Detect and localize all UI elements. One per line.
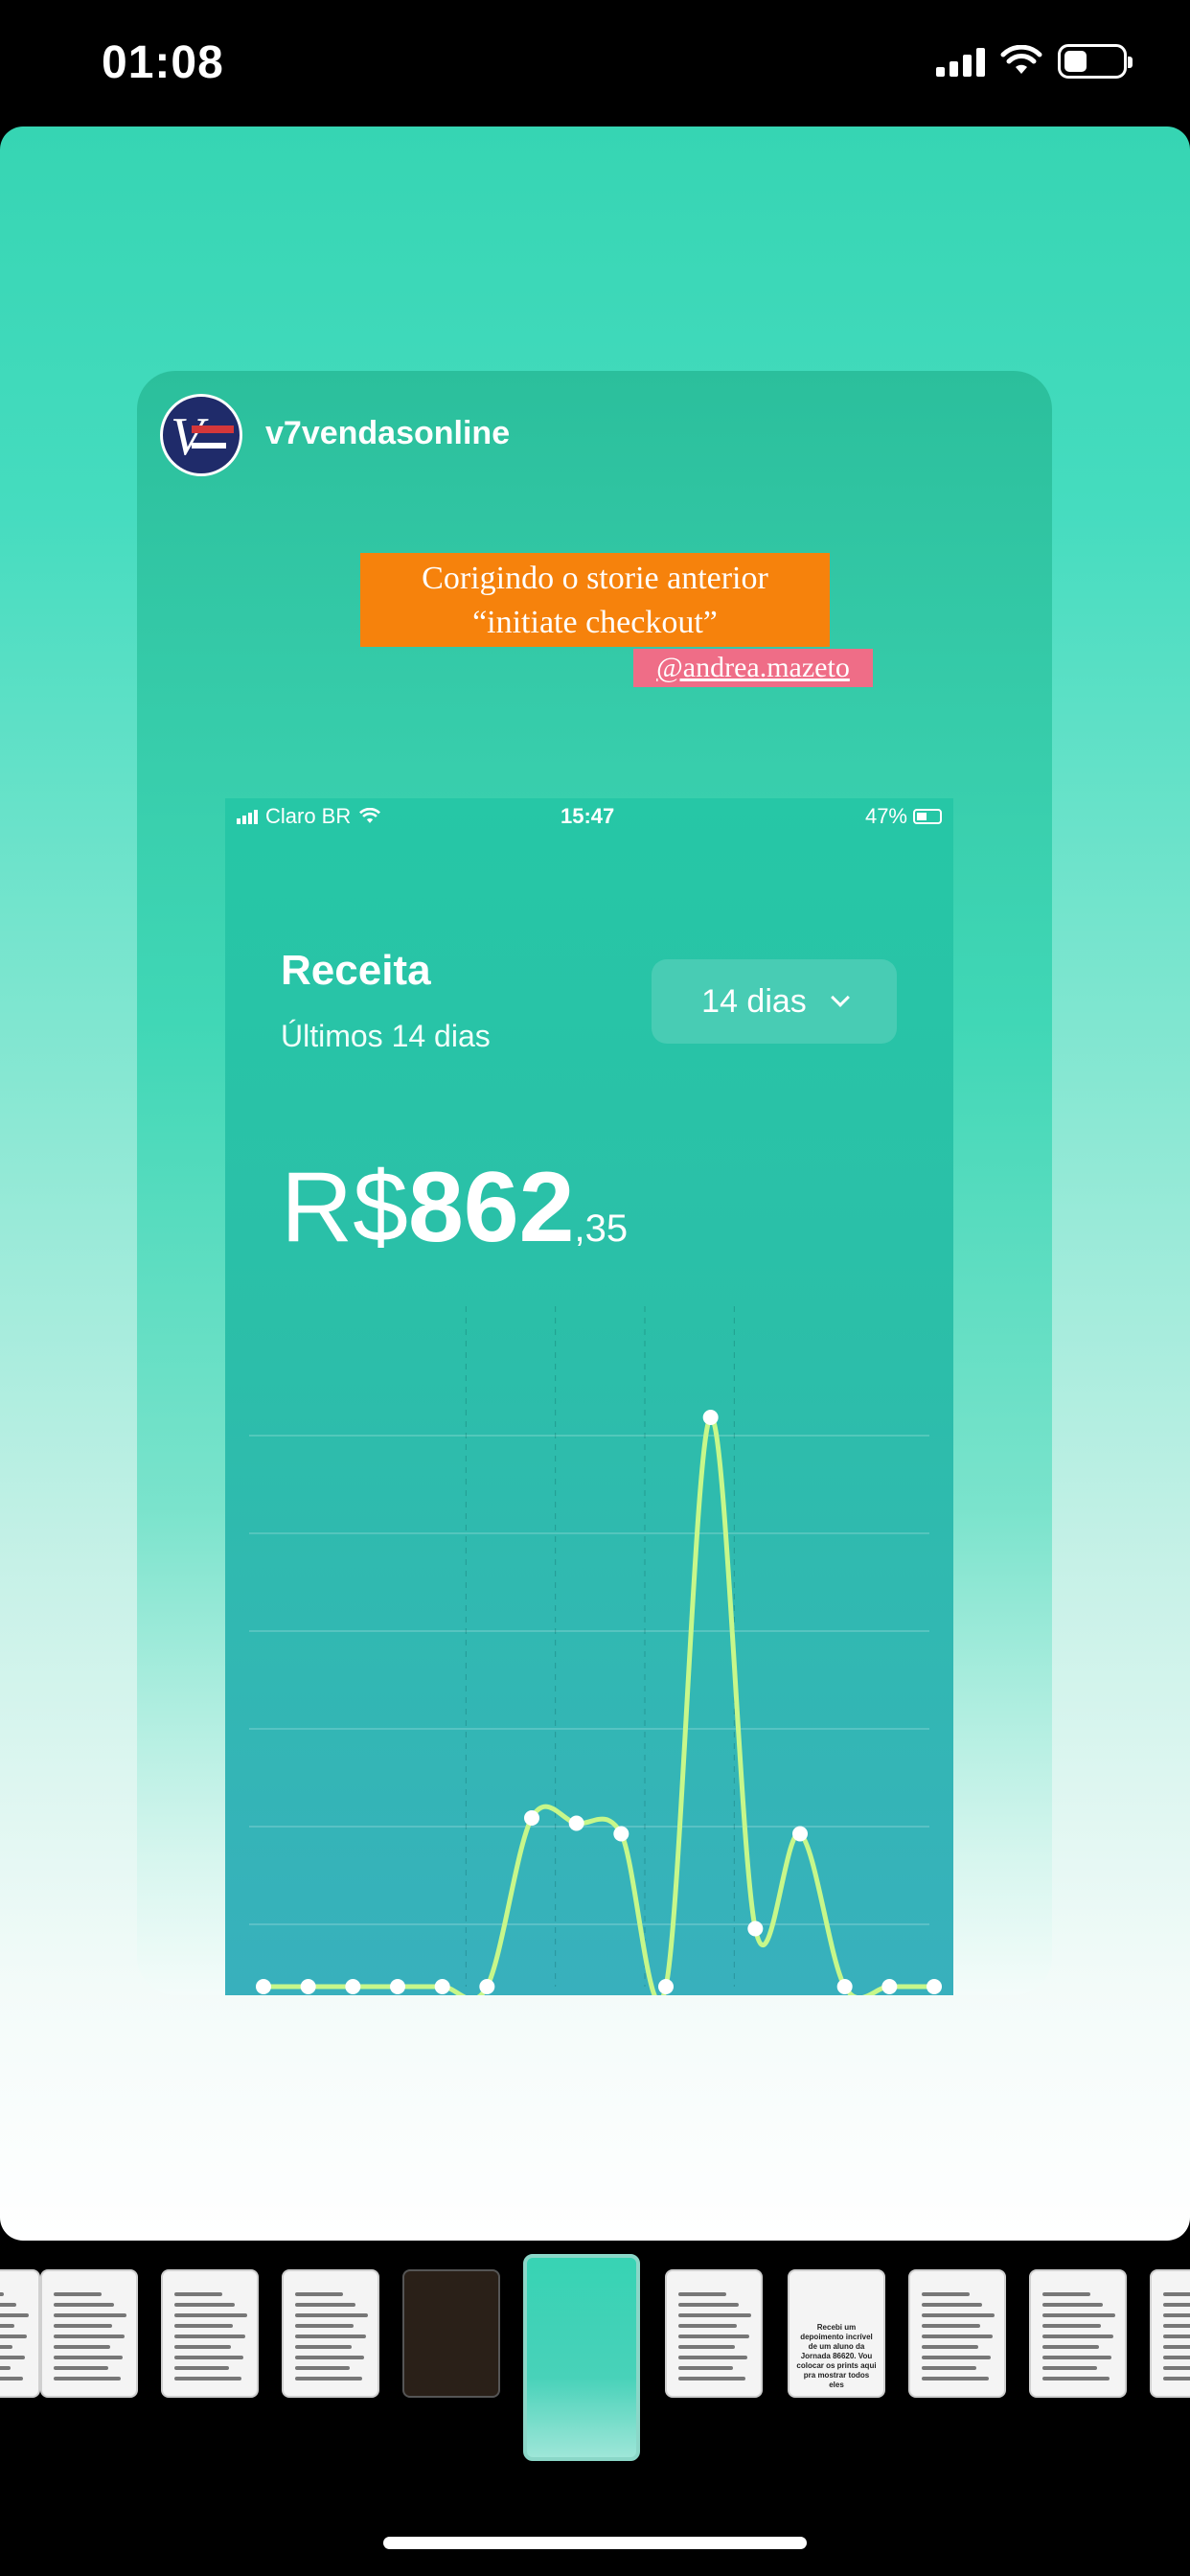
data-point [300, 1979, 316, 1994]
inner-time: 15:47 [561, 804, 615, 828]
cellular-signal-icon [936, 46, 985, 77]
data-point [390, 1979, 405, 1994]
story-thumbnail[interactable] [161, 2269, 259, 2398]
story-thumbnail[interactable] [282, 2269, 379, 2398]
period-select-value: 14 dias [701, 982, 807, 1020]
status-time: 01:08 [102, 37, 224, 88]
caption-line-1: Corigindo o storie anterior [422, 561, 768, 596]
data-point [836, 1979, 853, 1994]
data-point [792, 1826, 808, 1842]
data-point [702, 1410, 719, 1425]
data-point [658, 1979, 674, 1994]
revenue-subtitle: Últimos 14 dias [281, 1019, 491, 1053]
story-thumbnail[interactable]: Recebi um depoimento incrível de um alun… [788, 2269, 885, 2398]
data-point [479, 1979, 495, 1994]
thumbnail-text: Recebi um depoimento incrível de um alun… [796, 2323, 877, 2389]
revenue-title: Receita [281, 947, 431, 994]
data-point [881, 1979, 898, 1994]
period-select[interactable]: 14 dias [652, 959, 897, 1044]
data-point [747, 1920, 764, 1937]
mention-sticker[interactable]: @andrea.mazeto [633, 649, 873, 687]
inner-battery-icon [913, 809, 942, 824]
battery-icon [1058, 44, 1133, 79]
inner-carrier: Claro BR [265, 804, 352, 828]
story-thumbnails: Recebi um depoimento incrível de um alun… [0, 2254, 1190, 2469]
inner-wifi-icon [359, 808, 381, 823]
revenue-screenshot: Claro BR 15:47 47% Receita Últimos 14 di… [225, 798, 953, 1995]
data-point [434, 1979, 450, 1994]
wifi-icon [1000, 45, 1042, 74]
story-viewer[interactable]: V v7vendasonline Corigindo o storie ante… [0, 126, 1190, 2241]
data-point [568, 1815, 584, 1831]
story-thumbnail[interactable] [40, 2269, 138, 2398]
inner-status-bar: Claro BR 15:47 47% [225, 798, 953, 837]
story-thumbnail[interactable] [1029, 2269, 1127, 2398]
inner-battery-percent: 47% [864, 804, 907, 828]
total-decimal: ,35 [574, 1208, 629, 1250]
home-indicator[interactable] [383, 2537, 807, 2549]
data-point [613, 1826, 629, 1842]
total-integer: 862 [407, 1152, 575, 1263]
story-thumbnail[interactable] [523, 2254, 640, 2461]
data-point [927, 1979, 942, 1994]
story-thumbnail[interactable] [665, 2269, 763, 2398]
story-thumbnail[interactable] [908, 2269, 1006, 2398]
reposted-story-frame[interactable]: V v7vendasonline Corigindo o storie ante… [137, 371, 1052, 1995]
caption-line-2: “initiate checkout” [472, 605, 718, 640]
revenue-total: R$ 862 ,35 [281, 1151, 628, 1265]
series-line [263, 1414, 934, 1995]
account-avatar[interactable]: V [160, 394, 242, 476]
inner-signal-icon [237, 809, 258, 824]
caption-sticker: Corigindo o storie anterior “initiate ch… [360, 553, 830, 647]
account-username[interactable]: v7vendasonline [265, 415, 510, 452]
chevron-down-icon [830, 988, 850, 1007]
data-point [256, 1979, 271, 1994]
story-thumbnail[interactable] [1150, 2269, 1190, 2398]
story-thumbnail[interactable] [402, 2269, 500, 2398]
total-currency: R$ [281, 1152, 408, 1263]
status-icons [936, 44, 1133, 79]
revenue-line-chart [249, 1306, 942, 1995]
status-bar: 01:08 [0, 0, 1190, 126]
data-point [345, 1979, 361, 1994]
story-thumbnail[interactable] [0, 2269, 40, 2398]
data-point [524, 1810, 539, 1826]
